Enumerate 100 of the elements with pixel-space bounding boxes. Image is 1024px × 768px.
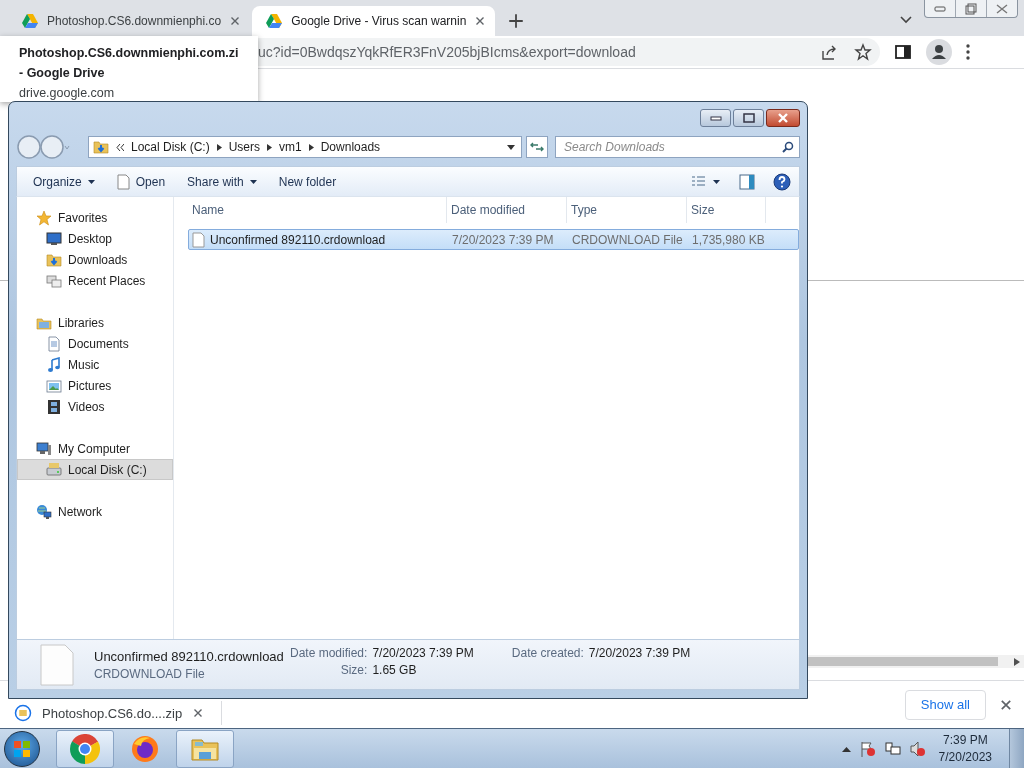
star-icon — [36, 209, 52, 226]
column-header[interactable]: Type — [567, 197, 687, 223]
chrome-icon — [70, 733, 100, 764]
detail-value: 7/20/2023 7:39 PM — [372, 646, 474, 660]
chevron-right-icon[interactable] — [216, 143, 222, 151]
download-item[interactable]: Photoshop.CS6.do....zip — [0, 701, 222, 725]
nav-item[interactable]: Local Disk (C:) — [17, 459, 173, 480]
toolbar-button[interactable]: Organize — [25, 171, 103, 192]
nav-item[interactable]: Videos — [17, 396, 173, 417]
computer-icon — [36, 440, 52, 457]
taskbar-button[interactable] — [56, 729, 114, 768]
close-icon[interactable] — [230, 16, 241, 26]
refresh-button[interactable] — [526, 136, 548, 158]
close-icon[interactable] — [193, 708, 203, 718]
toolbar-button[interactable]: Share with — [179, 171, 265, 192]
chevron-right-icon[interactable] — [267, 143, 273, 151]
toolbar-button[interactable]: New folder — [270, 171, 345, 192]
breadcrumb-item[interactable]: Users — [228, 140, 261, 154]
tooltip-url: drive.google.com — [19, 85, 116, 102]
file-icon — [192, 231, 205, 248]
breadcrumb-item[interactable]: Downloads — [320, 140, 381, 154]
nav-item[interactable]: Pictures — [17, 375, 173, 396]
profile-icon[interactable] — [926, 39, 952, 65]
nav-item[interactable]: Downloads — [17, 249, 173, 270]
file-row[interactable]: Unconfirmed 892110.crdownload 7/20/2023 7:39 PM CRDOWNLOAD File 1,735,980 KB — [188, 229, 799, 250]
recent-places-icon — [46, 272, 62, 289]
close-icon[interactable] — [1000, 698, 1012, 711]
network-tray-icon[interactable] — [884, 740, 901, 757]
table-cell: Unconfirmed 892110.crdownload — [210, 232, 386, 247]
table-cell-text: 1,735,980 KB — [691, 232, 762, 247]
download-folder-icon — [46, 251, 62, 268]
speaker-muted-icon[interactable] — [909, 740, 926, 757]
double-chevron-icon[interactable] — [116, 143, 124, 151]
browser-tab[interactable]: Google Drive - Virus scan warnin — [252, 6, 496, 36]
scrollbar[interactable] — [808, 655, 1024, 668]
view-options-icon[interactable] — [691, 174, 721, 189]
preview-pane-icon[interactable] — [739, 173, 755, 190]
search-icon[interactable] — [782, 141, 794, 153]
close-icon[interactable] — [475, 16, 486, 26]
minimize-button[interactable] — [700, 109, 731, 127]
new-tab-icon[interactable] — [507, 12, 526, 30]
side-panel-icon[interactable] — [894, 43, 912, 61]
column-header[interactable]: Size — [687, 197, 766, 223]
minimize-icon[interactable] — [934, 5, 946, 12]
nav-item[interactable]: Documents — [17, 333, 173, 354]
film-icon — [46, 398, 62, 415]
nav-item[interactable]: Favorites — [17, 207, 173, 228]
detail-value: 1.65 GB — [372, 663, 418, 677]
file-name: Unconfirmed 892110.crdownload — [94, 648, 285, 664]
start-button[interactable] — [4, 730, 40, 767]
breadcrumb-bar[interactable]: Local Disk (C:) Users vm1 Downloads — [88, 136, 522, 158]
help-icon[interactable] — [773, 172, 791, 191]
clock[interactable]: 7:39 PM 7/20/2023 — [938, 731, 992, 766]
restore-icon[interactable] — [965, 2, 977, 15]
documents-icon — [46, 335, 62, 352]
maximize-icon[interactable] — [742, 113, 755, 123]
file-icon — [116, 173, 130, 190]
nav-item[interactable]: My Computer — [17, 438, 173, 459]
monitor-icon — [46, 230, 62, 247]
share-icon[interactable] — [820, 43, 838, 61]
close-button[interactable] — [766, 109, 800, 127]
pictures-icon — [46, 377, 62, 394]
nav-item[interactable]: Music — [17, 354, 173, 375]
file-type: CRDOWNLOAD File — [94, 666, 206, 681]
maximize-button[interactable] — [733, 109, 764, 127]
refresh-icon[interactable] — [530, 141, 544, 153]
flag-error-icon[interactable] — [859, 740, 876, 757]
nav-item[interactable]: Libraries — [17, 312, 173, 333]
chevron-right-icon[interactable] — [308, 143, 314, 151]
nav-item[interactable]: Recent Places — [17, 270, 173, 291]
scroll-right-icon[interactable] — [1014, 657, 1020, 666]
search-field[interactable]: Search Downloads — [555, 136, 800, 158]
nav-item[interactable]: Network — [17, 501, 173, 522]
nav-item[interactable]: Desktop — [17, 228, 173, 249]
show-all-button[interactable]: Show all — [904, 689, 986, 720]
network-icon — [36, 503, 52, 520]
menu-icon[interactable] — [966, 43, 970, 61]
file-icon — [40, 643, 74, 686]
dropdown-icon[interactable] — [507, 144, 515, 150]
column-header[interactable]: Name — [188, 197, 447, 223]
drive-logo-icon — [22, 14, 38, 28]
toolbar-button[interactable]: Open — [108, 170, 174, 193]
minimize-icon[interactable] — [709, 115, 722, 121]
drive-logo-icon — [266, 14, 283, 28]
column-header[interactable]: Date modified — [447, 197, 567, 223]
breadcrumb-item[interactable]: Local Disk (C:) — [131, 140, 210, 154]
firefox-icon — [130, 733, 160, 764]
table-cell-text: CRDOWNLOAD File — [571, 232, 684, 247]
caret-icon — [87, 179, 95, 184]
star-outline-icon[interactable] — [854, 43, 872, 61]
breadcrumb-item[interactable]: vm1 — [279, 140, 302, 154]
chevron-down-icon[interactable] — [900, 16, 912, 24]
music-note-icon — [46, 356, 62, 373]
table-cell-text: 7/20/2023 7:39 PM — [451, 232, 555, 247]
close-icon[interactable] — [996, 3, 1008, 14]
browser-tab[interactable]: Photoshop.CS6.downmienphi.co — [8, 6, 251, 36]
download-progress-icon — [14, 704, 32, 722]
download-folder-icon — [93, 139, 109, 155]
detail-label: Size: — [339, 663, 368, 677]
drive-icon — [46, 461, 62, 478]
